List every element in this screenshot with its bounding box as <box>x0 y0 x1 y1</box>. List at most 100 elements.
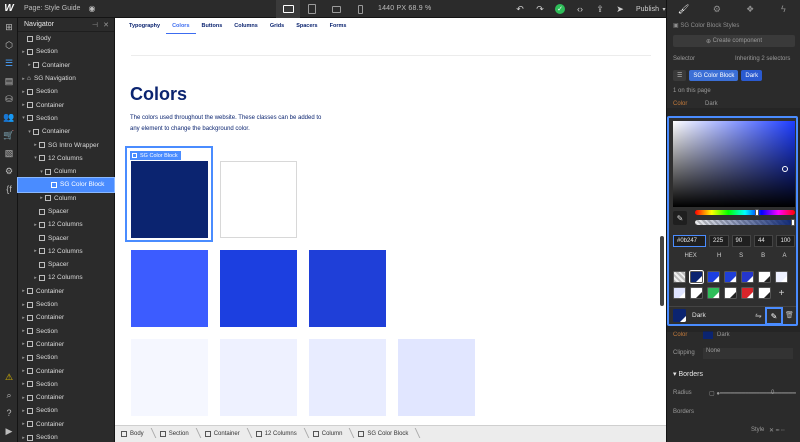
border-style-options[interactable]: ✕ ┅ ┄ <box>769 427 785 434</box>
brightness-input[interactable]: 44 <box>753 235 774 247</box>
collapsed-chevron-icon[interactable]: ▸ <box>32 248 39 254</box>
collapsed-chevron-icon[interactable]: ▸ <box>32 222 39 228</box>
navigator-row[interactable]: ▾ Column <box>18 165 114 178</box>
palette-swatch[interactable] <box>689 270 704 284</box>
color-block[interactable] <box>398 339 475 416</box>
selector-menu-icon[interactable]: ☰ <box>673 70 687 81</box>
alpha-handle[interactable] <box>791 219 795 226</box>
desktop-star-breakpoint-icon[interactable] <box>276 0 300 18</box>
redo-icon[interactable]: ↷ <box>530 0 550 18</box>
preview-eye-icon[interactable]: ◉ <box>88 4 95 13</box>
inheriting-note[interactable]: Inheriting 2 selectors <box>735 56 790 62</box>
collapsed-chevron-icon[interactable]: ▸ <box>26 62 33 68</box>
navigator-row[interactable]: ▸ Section <box>18 85 114 98</box>
hex-input[interactable]: #0b247 <box>673 235 707 247</box>
add-swatch-plus-icon[interactable]: + <box>775 287 788 299</box>
collapsed-chevron-icon[interactable]: ▸ <box>20 408 27 414</box>
navigator-row[interactable]: ▸ SG Intro Wrapper <box>18 138 114 151</box>
color-block[interactable] <box>131 339 208 416</box>
collapsed-chevron-icon[interactable]: ▸ <box>20 102 27 108</box>
cms-icon[interactable]: ⛁ <box>0 90 18 108</box>
navigator-row[interactable]: ▸ 12 Columns <box>18 218 114 231</box>
navigator-row[interactable]: ▸ 12 Columns <box>18 271 114 284</box>
design-canvas[interactable]: Typography Colors Buttons Columns Grids Space… <box>115 18 666 425</box>
palette-swatch[interactable] <box>673 287 686 299</box>
navigator-row[interactable]: ▸ Section <box>18 298 114 311</box>
collapsed-chevron-icon[interactable]: ▸ <box>20 435 27 441</box>
navigator-row[interactable]: ▸ Container <box>18 338 114 351</box>
swatch-name[interactable]: Dark <box>692 312 706 319</box>
color-block[interactable] <box>220 161 297 238</box>
color-block[interactable] <box>131 250 208 327</box>
expanded-chevron-icon[interactable]: ▾ <box>26 129 33 135</box>
collapsed-chevron-icon[interactable]: ▸ <box>20 89 27 95</box>
interactions-bolt-icon[interactable]: ϟ <box>767 0 800 18</box>
publish-icon[interactable]: ➤ <box>610 0 630 18</box>
edit-swatch-pencil-icon[interactable]: ✎ <box>765 307 783 325</box>
selector-field[interactable]: ☰ SG Color Block Dark <box>673 70 763 81</box>
navigator-row[interactable]: Body <box>18 32 114 45</box>
pages-icon[interactable]: ▤ <box>0 72 18 90</box>
custom-code-icon[interactable]: {f <box>0 180 18 198</box>
color-value[interactable]: Dark <box>717 332 730 338</box>
create-component-button[interactable]: ⊕ Create component <box>673 35 795 47</box>
breadcrumb-item[interactable]: Body <box>115 431 154 437</box>
canvas-scrollbar[interactable] <box>660 236 664 306</box>
share-icon[interactable]: ⇪ <box>590 0 610 18</box>
eyedropper-icon[interactable]: ✎ <box>673 211 687 225</box>
navigator-row[interactable]: ▸ Column <box>18 192 114 205</box>
audit-warning-icon[interactable]: ⚠ <box>0 368 18 386</box>
mobile-landscape-breakpoint-icon[interactable] <box>324 0 348 18</box>
navigator-row[interactable]: ▸ Section <box>18 351 114 364</box>
navigator-row[interactable]: Spacer <box>18 205 114 218</box>
page-title[interactable]: Colors <box>130 84 187 105</box>
collapsed-chevron-icon[interactable]: ▸ <box>20 302 27 308</box>
navigator-row[interactable]: ▸ Section <box>18 325 114 338</box>
pin-icon[interactable]: ⊣ <box>92 21 98 29</box>
palette-swatch[interactable] <box>724 271 737 283</box>
navigator-row[interactable]: Spacer <box>18 258 114 271</box>
navigator-row[interactable]: ▸ ⌂ SG Navigation <box>18 72 114 85</box>
color-block[interactable] <box>220 339 297 416</box>
help-icon[interactable]: ? <box>0 404 18 422</box>
palette-swatch[interactable] <box>707 271 720 283</box>
navigator-row[interactable]: ▾ 12 Columns <box>18 152 114 165</box>
settings-gear-icon[interactable]: ⚙ <box>700 0 733 18</box>
navigator-row[interactable]: ▸ Container <box>18 364 114 377</box>
delete-swatch-trash-icon[interactable]: 🗑 <box>785 311 794 319</box>
tab-buttons[interactable]: Buttons <box>196 18 229 34</box>
palette-swatch[interactable] <box>741 271 754 283</box>
collapsed-chevron-icon[interactable]: ▸ <box>20 288 27 294</box>
collapsed-chevron-icon[interactable]: ▸ <box>20 381 27 387</box>
navigator-row[interactable]: ▸ Container <box>18 391 114 404</box>
code-export-icon[interactable]: ‹› <box>570 0 590 18</box>
hue-handle[interactable] <box>755 209 759 216</box>
collapsed-chevron-icon[interactable]: ▸ <box>20 315 27 321</box>
undo-icon[interactable]: ↶ <box>510 0 530 18</box>
video-tutorials-icon[interactable]: ▶ <box>0 422 18 440</box>
palette-swatch[interactable] <box>673 271 686 283</box>
ecommerce-cart-icon[interactable]: 🛒 <box>0 126 18 144</box>
settings-icon[interactable]: ⚙ <box>0 162 18 180</box>
selected-swatch[interactable] <box>673 309 686 322</box>
collapsed-chevron-icon[interactable]: ▸ <box>20 328 27 334</box>
color-value-top[interactable]: Dark <box>705 101 718 107</box>
palette-swatch[interactable] <box>758 271 771 283</box>
breadcrumb-item[interactable]: Section <box>154 431 199 437</box>
palette-swatch[interactable] <box>690 287 703 299</box>
collapsed-chevron-icon[interactable]: ▸ <box>20 395 27 401</box>
navigator-row[interactable]: ▾ Section <box>18 112 114 125</box>
palette-swatch[interactable] <box>707 287 720 299</box>
alpha-input[interactable]: 100 <box>776 235 795 247</box>
tab-typography[interactable]: Typography <box>123 18 166 34</box>
navigator-icon[interactable]: ☰ <box>0 54 18 72</box>
clipping-select[interactable]: None <box>703 348 793 359</box>
saturation-input[interactable]: 90 <box>731 235 751 247</box>
breadcrumb-item[interactable]: Column <box>307 431 353 437</box>
navigator-row[interactable]: Spacer <box>18 231 114 244</box>
colors-description[interactable]: The colors used throughout the website. … <box>130 113 326 135</box>
style-manager-drops-icon[interactable]: ❖ <box>734 0 767 18</box>
selector-chip-combo[interactable]: Dark <box>741 70 763 81</box>
collapsed-chevron-icon[interactable]: ▸ <box>32 275 39 281</box>
tab-forms[interactable]: Forms <box>324 18 353 34</box>
